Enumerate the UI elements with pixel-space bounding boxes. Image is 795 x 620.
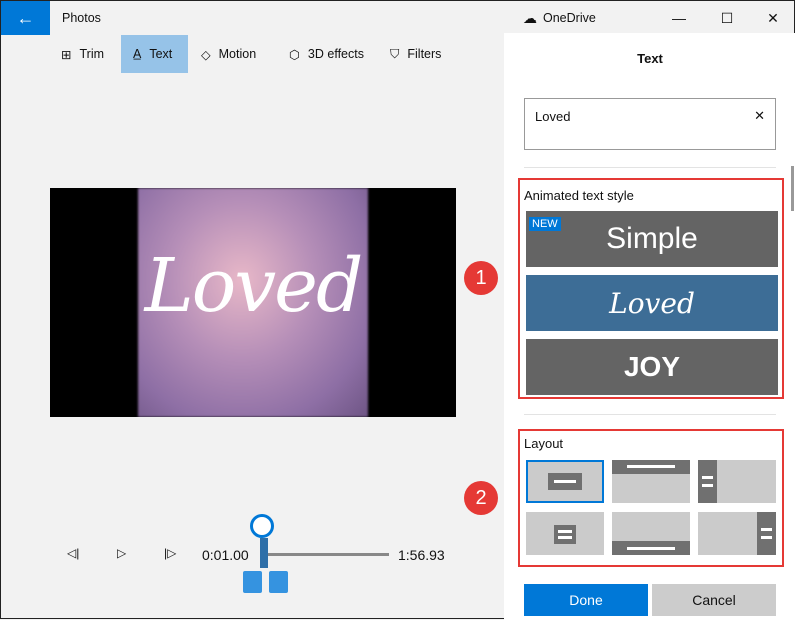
motion-icon: ◇	[201, 47, 211, 62]
next-frame-button[interactable]: |▷	[164, 546, 176, 560]
style-loved-label: Loved	[609, 286, 695, 320]
trim-icon: ⊞	[61, 47, 72, 62]
minimize-button[interactable]: —	[656, 1, 702, 35]
style-simple-label: Simple	[606, 222, 698, 255]
divider	[524, 414, 776, 415]
back-button[interactable]: ←	[1, 1, 50, 35]
filters-label: Filters	[407, 47, 442, 61]
style-joy[interactable]: JOY	[526, 339, 778, 395]
animated-style-label: Animated text style	[524, 188, 634, 203]
scrollbar[interactable]	[791, 166, 794, 211]
3d-effects-tool[interactable]: ⬡ 3D effects	[277, 35, 376, 73]
layout-center-small[interactable]	[526, 512, 604, 555]
trim-tool[interactable]: ⊞ Trim	[49, 35, 116, 73]
clear-icon[interactable]: ✕	[754, 108, 765, 124]
text-input-value: Loved	[535, 109, 571, 124]
animated-style-section: Animated text style Simple NEW Loved JOY	[518, 178, 784, 399]
style-loved[interactable]: Loved	[526, 275, 778, 331]
3d-effects-icon: ⬡	[289, 47, 300, 62]
seek-bar[interactable]	[265, 553, 389, 556]
text-tool[interactable]: A̲ Text	[121, 35, 188, 73]
divider	[524, 167, 776, 168]
3d-effects-label: 3D effects	[307, 47, 364, 61]
trim-label: Trim	[79, 47, 105, 61]
onedrive-button[interactable]: ☁ OneDrive	[523, 1, 596, 35]
total-time: 1:56.93	[398, 547, 445, 563]
panel-title: Text	[637, 51, 663, 66]
text-icon: A̲	[133, 47, 142, 61]
style-simple[interactable]: Simple NEW	[526, 211, 778, 267]
text-input[interactable]: Loved ✕	[524, 98, 776, 150]
motion-tool[interactable]: ◇ Motion	[189, 35, 268, 73]
app-title: Photos	[62, 11, 101, 25]
cloud-icon: ☁	[523, 9, 537, 26]
motion-label: Motion	[218, 47, 257, 61]
playhead-marker	[260, 538, 268, 568]
layout-top[interactable]	[612, 460, 690, 503]
layout-center[interactable]	[526, 460, 604, 503]
new-badge: NEW	[529, 217, 561, 231]
style-joy-label: JOY	[623, 351, 681, 382]
annotation-badge-2: 2	[464, 481, 498, 515]
current-time: 0:01.00	[202, 547, 249, 563]
close-button[interactable]: ✕	[750, 1, 795, 35]
text-label: Text	[149, 47, 173, 61]
maximize-button[interactable]: ☐	[704, 1, 750, 35]
playhead-handle[interactable]	[250, 514, 274, 538]
trim-end-handle[interactable]	[269, 571, 288, 593]
filters-tool[interactable]: ⛉ Filters	[378, 35, 453, 73]
preview-overlay-text: Loved	[144, 243, 364, 329]
filters-icon: ⛉	[390, 46, 400, 61]
layout-left[interactable]	[698, 460, 776, 503]
layout-right[interactable]	[698, 512, 776, 555]
layout-bottom[interactable]	[612, 512, 690, 555]
video-preview[interactable]: Loved	[50, 188, 456, 417]
annotation-badge-1: 1	[464, 261, 498, 295]
layout-section: Layout	[518, 429, 784, 567]
layout-label: Layout	[524, 436, 564, 451]
trim-start-handle[interactable]	[243, 571, 262, 593]
back-arrow-icon: ←	[16, 7, 35, 28]
play-button[interactable]: ▷	[117, 546, 126, 560]
done-button[interactable]: Done	[524, 584, 648, 616]
onedrive-label: OneDrive	[543, 11, 596, 25]
cancel-button[interactable]: Cancel	[652, 584, 776, 616]
previous-frame-button[interactable]: ◁|	[67, 546, 79, 560]
